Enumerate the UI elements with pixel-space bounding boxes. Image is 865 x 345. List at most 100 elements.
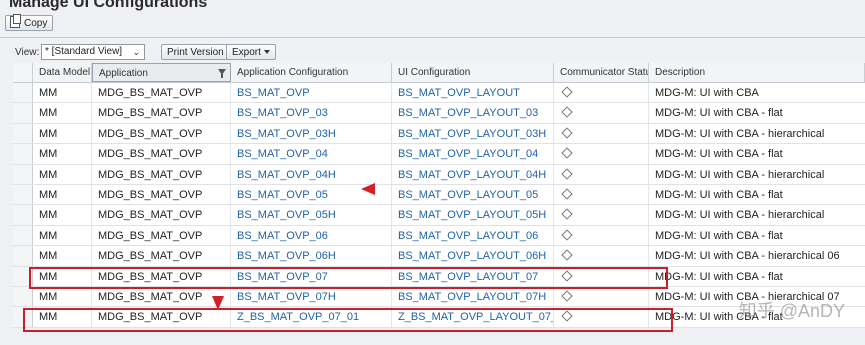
row-selector[interactable] bbox=[13, 103, 33, 123]
table-row[interactable]: MM MDG_BS_MAT_OVP BS_MAT_OVP_05H BS_MAT_OVP… bbox=[13, 205, 865, 226]
arrow-left-annotation bbox=[361, 183, 375, 195]
row-selector[interactable] bbox=[13, 307, 33, 327]
ui-configuration-link[interactable]: BS_MAT_OVP_LAYOUT_03 bbox=[392, 103, 554, 123]
communicator-status-cell bbox=[554, 184, 649, 205]
select-all-cell[interactable] bbox=[13, 63, 33, 82]
ui-configuration-link[interactable]: BS_MAT_OVP_LAYOUT_07H bbox=[392, 286, 554, 307]
ui-configuration-link[interactable]: BS_MAT_OVP_LAYOUT_06H bbox=[392, 246, 554, 266]
description-cell: MDG-M: UI with CBA - flat bbox=[655, 229, 783, 242]
row-selector[interactable] bbox=[13, 123, 33, 144]
row-selector[interactable] bbox=[13, 246, 33, 266]
view-label: View: bbox=[15, 47, 40, 58]
application-cell: MDG_BS_MAT_OVP bbox=[92, 307, 231, 327]
row-selector[interactable] bbox=[13, 286, 33, 307]
table-row[interactable]: MM MDG_BS_MAT_OVP Z_BS_MAT_OVP_07_01 Z_BS_M… bbox=[13, 307, 865, 328]
communicator-status-cell bbox=[554, 225, 649, 246]
status-diamond-icon bbox=[561, 147, 573, 159]
table-header-row: Data Model Application Application Confi… bbox=[13, 63, 865, 83]
application-configuration-link[interactable]: BS_MAT_OVP_04 bbox=[231, 144, 392, 164]
ui-configuration-link[interactable]: BS_MAT_OVP_LAYOUT_05 bbox=[392, 184, 554, 205]
column-header-application-configuration[interactable]: Application Configuration bbox=[231, 63, 392, 82]
data-model-cell: MM bbox=[33, 205, 92, 225]
application-configuration-link[interactable]: BS_MAT_OVP_05H bbox=[231, 205, 392, 225]
arrow-down-annotation bbox=[212, 296, 224, 310]
status-diamond-icon bbox=[561, 127, 573, 139]
application-cell: MDG_BS_MAT_OVP bbox=[92, 225, 231, 246]
ui-configuration-link[interactable]: BS_MAT_OVP_LAYOUT bbox=[392, 83, 554, 103]
application-cell: MDG_BS_MAT_OVP bbox=[92, 123, 231, 144]
ui-configuration-link[interactable]: BS_MAT_OVP_LAYOUT_04 bbox=[392, 144, 554, 164]
row-selector[interactable] bbox=[13, 205, 33, 225]
dropdown-arrow-icon bbox=[263, 50, 270, 54]
toolbar-divider bbox=[0, 37, 865, 38]
row-selector[interactable] bbox=[13, 225, 33, 246]
table-row[interactable]: MM MDG_BS_MAT_OVP BS_MAT_OVP_04H BS_MAT_OVP… bbox=[13, 164, 865, 185]
row-selector[interactable] bbox=[13, 144, 33, 164]
data-model-cell: MM bbox=[33, 184, 92, 205]
table-row[interactable]: MM MDG_BS_MAT_OVP BS_MAT_OVP_04 BS_MAT_OVP_… bbox=[13, 144, 865, 165]
application-configuration-link[interactable]: BS_MAT_OVP_03 bbox=[231, 103, 392, 123]
status-diamond-icon bbox=[561, 167, 573, 180]
application-cell: MDG_BS_MAT_OVP bbox=[92, 286, 231, 307]
application-configuration-link[interactable]: BS_MAT_OVP bbox=[231, 83, 392, 103]
copy-button[interactable]: Copy bbox=[5, 14, 54, 31]
table-row[interactable]: MM MDG_BS_MAT_OVP BS_MAT_OVP BS_MAT_OVP_LAY… bbox=[13, 83, 865, 104]
communicator-status-cell bbox=[554, 144, 649, 164]
row-selector[interactable] bbox=[13, 266, 33, 286]
column-header-description[interactable]: Description bbox=[649, 63, 865, 82]
print-version-button[interactable]: Print Version bbox=[161, 44, 230, 60]
export-label: Export bbox=[232, 47, 261, 58]
ui-configurations-table: Data Model Application Application Confi… bbox=[13, 63, 865, 328]
status-diamond-icon bbox=[561, 310, 573, 322]
column-header-application[interactable]: Application bbox=[92, 63, 231, 82]
export-button[interactable]: Export bbox=[226, 44, 276, 60]
application-configuration-link[interactable]: BS_MAT_OVP_04H bbox=[231, 164, 392, 184]
application-cell: MDG_BS_MAT_OVP bbox=[92, 205, 231, 225]
row-selector[interactable] bbox=[13, 164, 33, 184]
column-header-communicator-status[interactable]: Communicator Status bbox=[554, 63, 649, 82]
communicator-status-cell bbox=[554, 83, 649, 103]
application-configuration-link[interactable]: BS_MAT_OVP_06 bbox=[231, 225, 392, 246]
table-row[interactable]: MM MDG_BS_MAT_OVP BS_MAT_OVP_06 BS_MAT_OVP_… bbox=[13, 225, 865, 247]
filter-icon[interactable] bbox=[218, 69, 226, 78]
communicator-status-cell bbox=[554, 307, 649, 327]
communicator-status-cell bbox=[554, 286, 649, 307]
copy-icon bbox=[10, 14, 21, 28]
table-row[interactable]: MM MDG_BS_MAT_OVP BS_MAT_OVP_07 BS_MAT_OVP_… bbox=[13, 266, 865, 287]
chevron-down-icon: ⌄ bbox=[132, 47, 140, 57]
row-selector[interactable] bbox=[13, 184, 33, 205]
row-selector[interactable] bbox=[13, 83, 33, 103]
ui-configuration-link[interactable]: BS_MAT_OVP_LAYOUT_03H bbox=[392, 123, 554, 144]
data-model-cell: MM bbox=[33, 286, 92, 307]
column-header-ui-configuration[interactable]: UI Configuration bbox=[392, 63, 554, 82]
application-configuration-link[interactable]: Z_BS_MAT_OVP_07_01 bbox=[231, 307, 392, 327]
communicator-status-cell bbox=[554, 246, 649, 266]
data-model-cell: MM bbox=[33, 83, 92, 103]
application-configuration-link[interactable]: BS_MAT_OVP_03H bbox=[231, 123, 392, 144]
description-cell: MDG-M: UI with CBA - hierarchical bbox=[655, 209, 825, 222]
data-model-cell: MM bbox=[33, 103, 92, 123]
ui-configuration-link[interactable]: Z_BS_MAT_OVP_LAYOUT_07_01 bbox=[392, 307, 554, 327]
application-cell: MDG_BS_MAT_OVP bbox=[92, 184, 231, 205]
description-cell: MDG-M: UI with CBA - flat bbox=[655, 270, 783, 283]
application-cell: MDG_BS_MAT_OVP bbox=[92, 144, 231, 164]
table-row[interactable]: MM MDG_BS_MAT_OVP BS_MAT_OVP_06H BS_MAT_OVP… bbox=[13, 246, 865, 267]
application-configuration-link[interactable]: BS_MAT_OVP_07 bbox=[231, 266, 392, 286]
page-title: Manage UI Configurations bbox=[9, 0, 208, 11]
application-configuration-link[interactable]: BS_MAT_OVP_07H bbox=[231, 286, 392, 307]
table-row[interactable]: MM MDG_BS_MAT_OVP BS_MAT_OVP_03H BS_MAT_OVP… bbox=[13, 123, 865, 145]
ui-configuration-link[interactable]: BS_MAT_OVP_LAYOUT_05H bbox=[392, 205, 554, 225]
application-cell: MDG_BS_MAT_OVP bbox=[92, 103, 231, 123]
table-row[interactable]: MM MDG_BS_MAT_OVP BS_MAT_OVP_05 BS_MAT_OVP_… bbox=[13, 184, 865, 206]
table-row[interactable]: MM MDG_BS_MAT_OVP BS_MAT_OVP_07H BS_MAT_OVP… bbox=[13, 286, 865, 308]
data-model-cell: MM bbox=[33, 123, 92, 144]
view-select-value: * [Standard View] bbox=[45, 46, 123, 57]
column-header-data-model[interactable]: Data Model bbox=[33, 63, 92, 82]
application-configuration-link[interactable]: BS_MAT_OVP_06H bbox=[231, 246, 392, 266]
application-cell: MDG_BS_MAT_OVP bbox=[92, 246, 231, 266]
view-select[interactable]: * [Standard View] ⌄ bbox=[41, 44, 145, 60]
ui-configuration-link[interactable]: BS_MAT_OVP_LAYOUT_06 bbox=[392, 225, 554, 246]
ui-configuration-link[interactable]: BS_MAT_OVP_LAYOUT_04H bbox=[392, 164, 554, 184]
ui-configuration-link[interactable]: BS_MAT_OVP_LAYOUT_07 bbox=[392, 266, 554, 286]
table-row[interactable]: MM MDG_BS_MAT_OVP BS_MAT_OVP_03 BS_MAT_OVP_… bbox=[13, 103, 865, 124]
